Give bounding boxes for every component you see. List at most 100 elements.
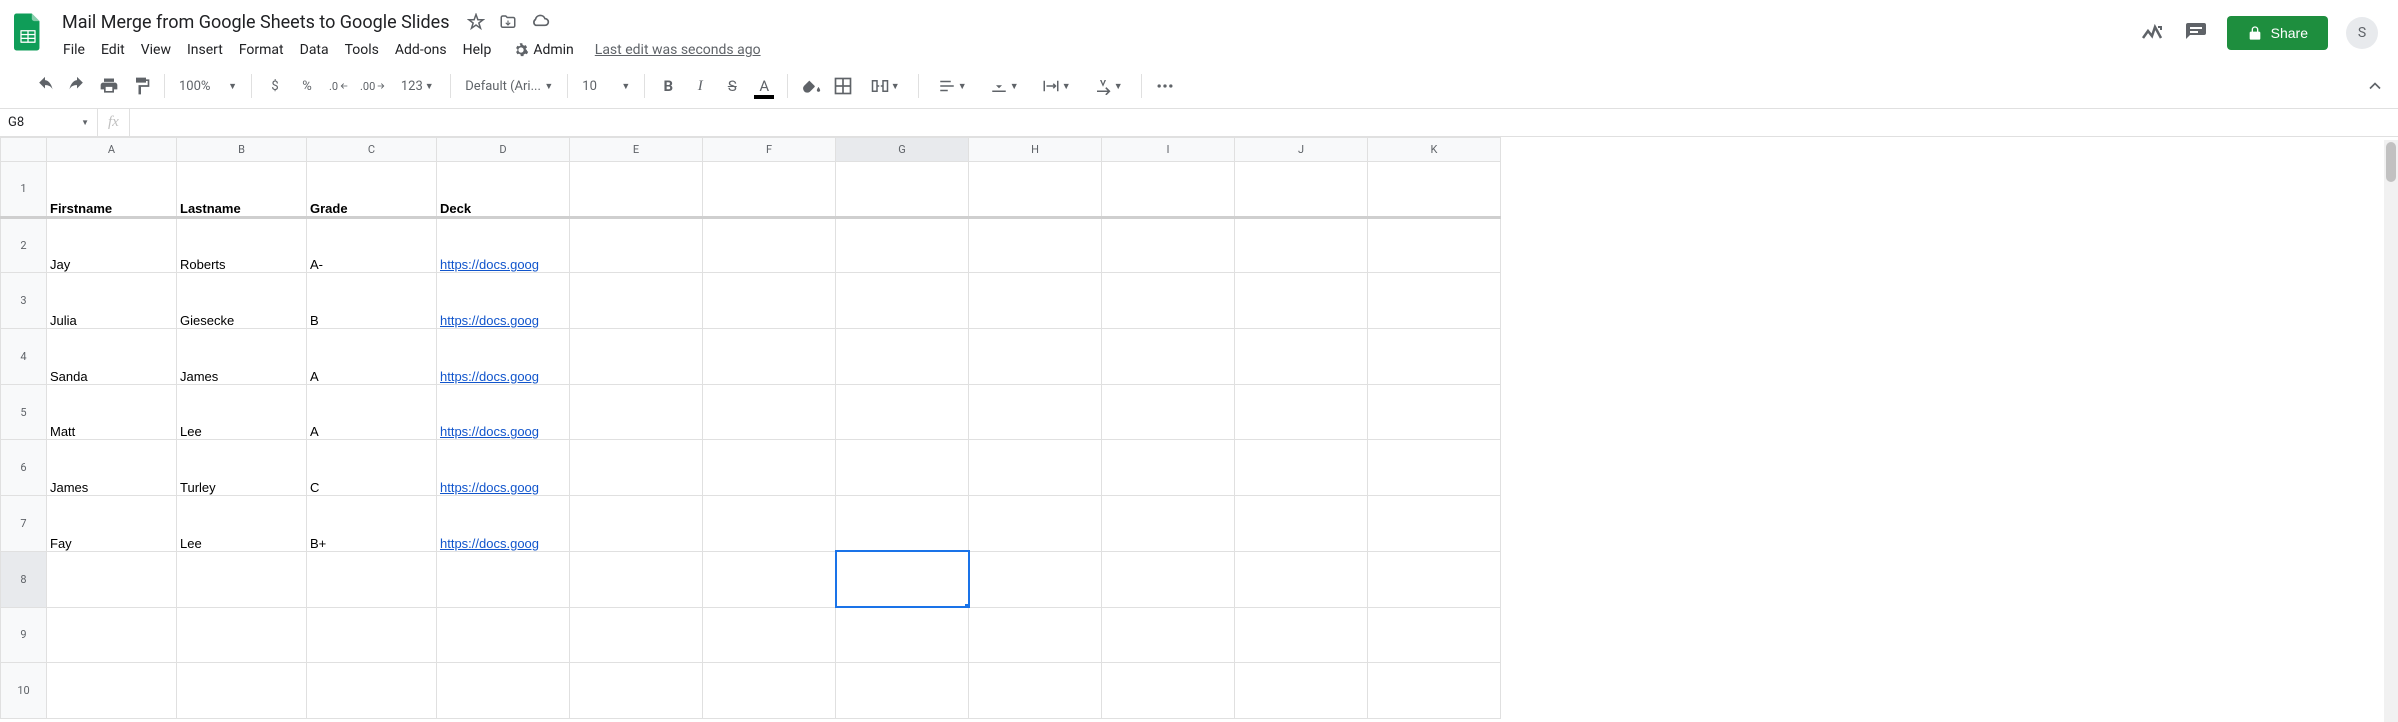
cell-A8[interactable]	[47, 551, 177, 607]
cell-C9[interactable]	[307, 607, 437, 663]
cell-C2[interactable]: A-	[307, 217, 437, 273]
column-header-F[interactable]: F	[703, 138, 836, 162]
cell-K10[interactable]	[1368, 663, 1501, 719]
deck-link[interactable]: https://docs.goog	[440, 369, 539, 384]
cloud-status-icon[interactable]	[528, 10, 552, 34]
name-box[interactable]: G8 ▼	[0, 109, 98, 136]
cell-H3[interactable]	[969, 273, 1102, 329]
cell-B4[interactable]: James	[177, 329, 307, 385]
last-edit-link[interactable]: Last edit was seconds ago	[595, 42, 761, 58]
column-header-G[interactable]: G	[836, 138, 969, 162]
scrollbar-thumb[interactable]	[2386, 142, 2396, 182]
cell-K2[interactable]	[1368, 217, 1501, 273]
cell-K9[interactable]	[1368, 607, 1501, 663]
deck-link[interactable]: https://docs.goog	[440, 536, 539, 551]
cell-C6[interactable]: C	[307, 440, 437, 496]
menu-format[interactable]: Format	[232, 38, 291, 62]
cell-J8[interactable]	[1235, 551, 1368, 607]
cell-B1[interactable]: Lastname	[177, 162, 307, 218]
cell-D10[interactable]	[437, 663, 570, 719]
cell-A5[interactable]: Matt	[47, 384, 177, 440]
row-header-5[interactable]: 5	[1, 384, 47, 440]
menu-help[interactable]: Help	[456, 38, 499, 62]
menu-insert[interactable]: Insert	[180, 38, 230, 62]
increase-decimal-button[interactable]: .00	[356, 71, 390, 101]
cell-G3[interactable]	[836, 273, 969, 329]
cell-G8[interactable]	[836, 551, 969, 607]
cell-F6[interactable]	[703, 440, 836, 496]
cell-A3[interactable]: Julia	[47, 273, 177, 329]
cell-D4[interactable]: https://docs.goog	[437, 329, 570, 385]
cell-J5[interactable]	[1235, 384, 1368, 440]
column-header-K[interactable]: K	[1368, 138, 1501, 162]
column-header-A[interactable]: A	[47, 138, 177, 162]
cell-J7[interactable]	[1235, 496, 1368, 552]
cell-D9[interactable]	[437, 607, 570, 663]
row-header-6[interactable]: 6	[1, 440, 47, 496]
cell-F10[interactable]	[703, 663, 836, 719]
cell-G6[interactable]	[836, 440, 969, 496]
cell-G10[interactable]	[836, 663, 969, 719]
cell-H1[interactable]	[969, 162, 1102, 218]
cell-E2[interactable]	[570, 217, 703, 273]
row-header-4[interactable]: 4	[1, 329, 47, 385]
row-header-7[interactable]: 7	[1, 496, 47, 552]
cell-J10[interactable]	[1235, 663, 1368, 719]
cell-J3[interactable]	[1235, 273, 1368, 329]
deck-link[interactable]: https://docs.goog	[440, 424, 539, 439]
document-title[interactable]: Mail Merge from Google Sheets to Google …	[56, 10, 456, 35]
cell-C7[interactable]: B+	[307, 496, 437, 552]
cell-J6[interactable]	[1235, 440, 1368, 496]
cell-G2[interactable]	[836, 217, 969, 273]
menu-view[interactable]: View	[134, 38, 178, 62]
column-header-C[interactable]: C	[307, 138, 437, 162]
currency-button[interactable]: $	[260, 71, 290, 101]
text-rotation-button[interactable]: ▼	[1083, 71, 1133, 101]
cell-I7[interactable]	[1102, 496, 1235, 552]
column-header-B[interactable]: B	[177, 138, 307, 162]
cell-E7[interactable]	[570, 496, 703, 552]
cell-E9[interactable]	[570, 607, 703, 663]
cell-G4[interactable]	[836, 329, 969, 385]
cell-E8[interactable]	[570, 551, 703, 607]
cell-F7[interactable]	[703, 496, 836, 552]
cell-E3[interactable]	[570, 273, 703, 329]
strikethrough-button[interactable]: S	[717, 71, 747, 101]
formula-input[interactable]	[130, 109, 2398, 136]
cell-G5[interactable]	[836, 384, 969, 440]
cell-E10[interactable]	[570, 663, 703, 719]
cell-A6[interactable]: James	[47, 440, 177, 496]
expand-toolbar-button[interactable]	[2360, 71, 2390, 101]
cell-A4[interactable]: Sanda	[47, 329, 177, 385]
cell-D3[interactable]: https://docs.goog	[437, 273, 570, 329]
cell-H5[interactable]	[969, 384, 1102, 440]
cell-F9[interactable]	[703, 607, 836, 663]
borders-button[interactable]	[828, 71, 858, 101]
italic-button[interactable]: I	[685, 71, 715, 101]
row-header-2[interactable]: 2	[1, 217, 47, 273]
cell-F1[interactable]	[703, 162, 836, 218]
cell-C10[interactable]	[307, 663, 437, 719]
sheets-logo[interactable]	[8, 12, 48, 52]
cell-J4[interactable]	[1235, 329, 1368, 385]
cell-K5[interactable]	[1368, 384, 1501, 440]
cell-A2[interactable]: Jay	[47, 217, 177, 273]
undo-button[interactable]	[30, 71, 60, 101]
deck-link[interactable]: https://docs.goog	[440, 257, 539, 272]
fill-color-button[interactable]	[796, 71, 826, 101]
cell-D5[interactable]: https://docs.goog	[437, 384, 570, 440]
menu-file[interactable]: File	[56, 38, 92, 62]
cell-C1[interactable]: Grade	[307, 162, 437, 218]
cell-I1[interactable]	[1102, 162, 1235, 218]
percent-button[interactable]: %	[292, 71, 322, 101]
cell-H7[interactable]	[969, 496, 1102, 552]
print-button[interactable]	[94, 71, 124, 101]
cell-H6[interactable]	[969, 440, 1102, 496]
merge-cells-button[interactable]: ▼	[860, 71, 910, 101]
comments-icon[interactable]	[2183, 20, 2209, 46]
column-header-H[interactable]: H	[969, 138, 1102, 162]
cell-A1[interactable]: Firstname	[47, 162, 177, 218]
cell-E6[interactable]	[570, 440, 703, 496]
cell-C8[interactable]	[307, 551, 437, 607]
row-header-10[interactable]: 10	[1, 663, 47, 719]
